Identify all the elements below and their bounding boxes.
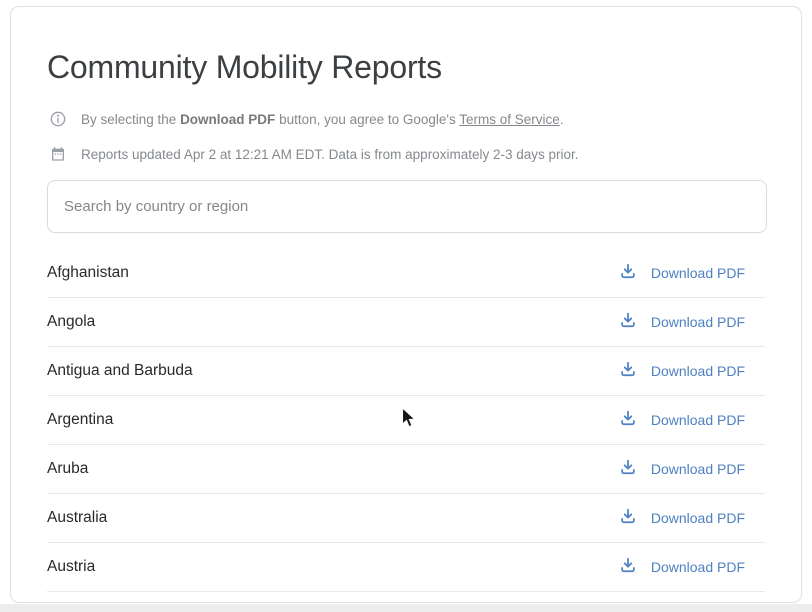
country-row: Aruba Download PDF <box>47 445 765 494</box>
terms-notice-text: By selecting the Download PDF button, yo… <box>81 112 564 127</box>
country-row: Angola Download PDF <box>47 298 765 347</box>
page-title: Community Mobility Reports <box>47 49 765 86</box>
search-input[interactable] <box>47 180 767 233</box>
country-row: Austria Download PDF <box>47 543 765 592</box>
country-row: Afghanistan Download PDF <box>47 249 765 298</box>
download-pdf-button[interactable]: Download PDF <box>618 310 745 335</box>
updated-notice: Reports updated Apr 2 at 12:21 AM EDT. D… <box>50 146 765 162</box>
country-name: Antigua and Barbuda <box>47 362 193 380</box>
terms-text-prefix: By selecting the <box>81 112 180 127</box>
reports-card: Community Mobility Reports By selecting … <box>10 6 802 603</box>
download-icon <box>618 261 638 286</box>
download-icon <box>618 359 638 384</box>
country-row: Argentina Download PDF <box>47 396 765 445</box>
download-pdf-button[interactable]: Download PDF <box>618 408 745 433</box>
download-pdf-label: Download PDF <box>651 363 745 379</box>
download-pdf-label: Download PDF <box>651 510 745 526</box>
download-pdf-button[interactable]: Download PDF <box>618 359 745 384</box>
country-name: Austria <box>47 558 95 576</box>
country-name: Argentina <box>47 411 113 429</box>
updated-notice-text: Reports updated Apr 2 at 12:21 AM EDT. D… <box>81 147 579 162</box>
country-name: Australia <box>47 509 107 527</box>
download-pdf-button[interactable]: Download PDF <box>618 457 745 482</box>
download-pdf-button[interactable]: Download PDF <box>618 261 745 286</box>
download-icon <box>618 506 638 531</box>
download-pdf-label: Download PDF <box>651 412 745 428</box>
country-name: Angola <box>47 313 95 331</box>
download-icon <box>618 555 638 580</box>
country-row: Australia Download PDF <box>47 494 765 543</box>
download-pdf-label: Download PDF <box>651 559 745 575</box>
country-row: Antigua and Barbuda Download PDF <box>47 347 765 396</box>
download-pdf-button[interactable]: Download PDF <box>618 506 745 531</box>
download-pdf-label: Download PDF <box>651 314 745 330</box>
calendar-icon <box>50 146 66 162</box>
terms-text-suffix: . <box>560 112 564 127</box>
info-icon <box>50 111 66 127</box>
horizontal-scrollbar[interactable] <box>0 604 812 612</box>
country-name: Aruba <box>47 460 88 478</box>
download-pdf-label: Download PDF <box>651 265 745 281</box>
terms-text-bold: Download PDF <box>180 112 275 127</box>
country-name: Afghanistan <box>47 264 129 282</box>
download-pdf-button[interactable]: Download PDF <box>618 555 745 580</box>
terms-of-service-link[interactable]: Terms of Service <box>459 112 560 127</box>
download-icon <box>618 408 638 433</box>
download-pdf-label: Download PDF <box>651 461 745 477</box>
download-icon <box>618 310 638 335</box>
terms-text-middle: button, you agree to Google's <box>275 112 459 127</box>
terms-notice: By selecting the Download PDF button, yo… <box>50 111 765 127</box>
download-icon <box>618 457 638 482</box>
country-list: Afghanistan Download PDF Angola <box>47 249 765 592</box>
